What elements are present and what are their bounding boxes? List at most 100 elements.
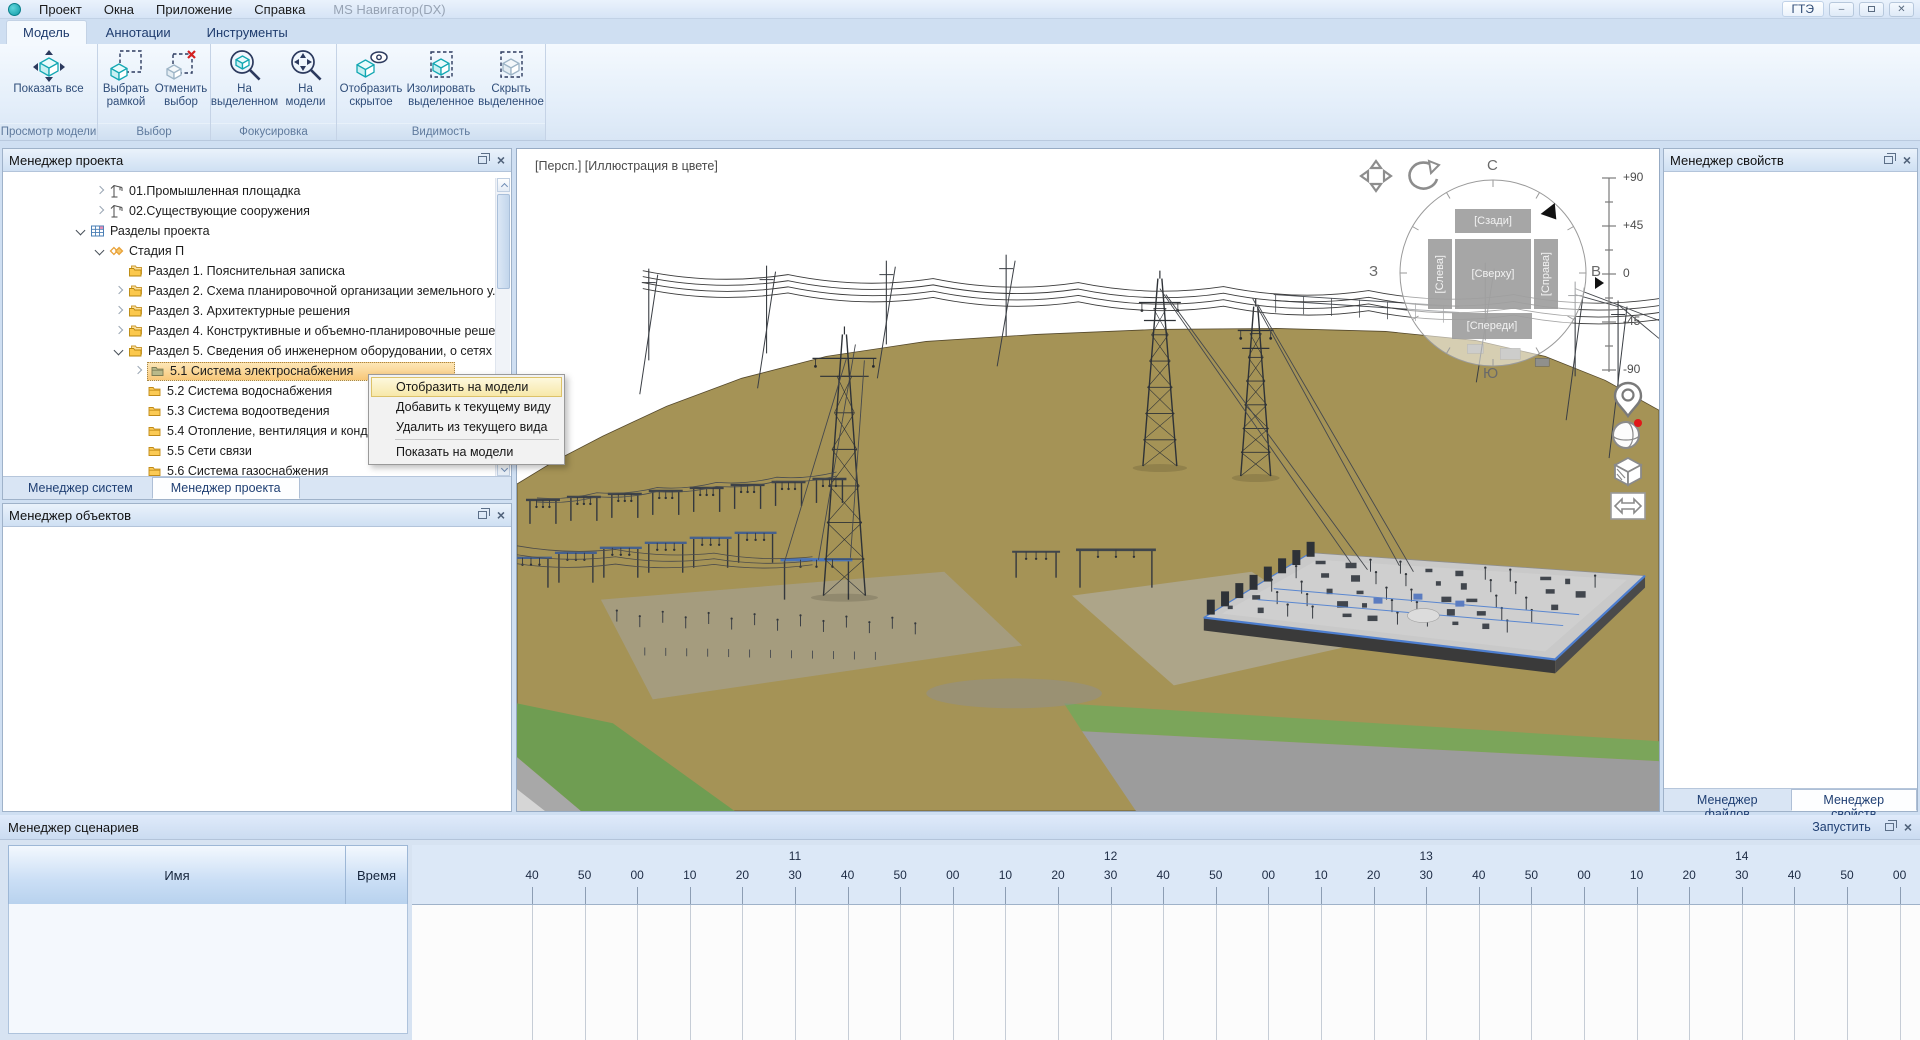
tab-Менеджер систем[interactable]: Менеджер систем xyxy=(9,477,152,499)
ribbon-button-label: Отобразить xyxy=(340,83,403,96)
timeline-ruler[interactable]: 4050001020304050001020304050001020304050… xyxy=(412,845,1920,905)
column-name-header[interactable]: Имя xyxy=(9,846,346,904)
ribbon-button-Изолировать-выделенное[interactable]: Изолироватьвыделенное xyxy=(405,47,477,123)
ribbon-group-Просмотр модели: Показать всеПросмотр модели xyxy=(0,44,98,140)
elevation-slider[interactable]: +90+450-45-90 xyxy=(1595,172,1659,378)
float-panel-icon[interactable] xyxy=(478,156,487,164)
no-expander xyxy=(132,445,144,457)
context-menu-item-Показать на модели[interactable]: Показать на модели xyxy=(371,442,562,462)
compass-face-left[interactable]: [Слева] xyxy=(1428,239,1452,309)
orbit-sphere-icon[interactable] xyxy=(1607,415,1647,453)
gte-badge[interactable]: ГТЭ xyxy=(1782,1,1824,17)
expand-icon[interactable] xyxy=(113,305,125,317)
compass-face-top[interactable]: [Сверху] xyxy=(1455,239,1531,309)
tab-Менеджер свойств[interactable]: Менеджер свойств xyxy=(1791,789,1918,811)
scroll-up-icon[interactable] xyxy=(497,178,510,192)
run-scenario-button[interactable]: Запустить xyxy=(1812,820,1871,834)
ribbon-button-Показать все[interactable]: Показать все xyxy=(2,47,96,123)
timeline-minute-label: 40 xyxy=(525,868,538,882)
timeline-tick xyxy=(1742,887,1743,905)
ribbon-button-label: На xyxy=(237,83,252,96)
no-expander xyxy=(113,265,125,277)
locate-pin-icon[interactable] xyxy=(1609,379,1647,419)
expand-icon[interactable] xyxy=(113,285,125,297)
float-panel-icon[interactable] xyxy=(478,511,487,519)
pan-horizontal-icon[interactable] xyxy=(1609,490,1647,522)
tree-item[interactable]: Раздел 3. Архитектурные решения xyxy=(4,301,495,321)
project-manager-header: Менеджер проекта × xyxy=(3,149,511,172)
compass-north-label[interactable]: С xyxy=(1487,157,1498,174)
ribbon-button-Отобразить-скрытое[interactable]: Отобразитьскрытое xyxy=(337,47,405,123)
ribbon-tab-Аннотации[interactable]: Аннотации xyxy=(89,20,188,44)
elevation-marker-icon[interactable] xyxy=(1595,277,1604,289)
ribbon-button-Выбрать-рамкой[interactable]: Выбратьрамкой xyxy=(99,47,153,123)
compass-face-right[interactable]: [Справа] xyxy=(1534,239,1558,309)
menu-item-Приложение[interactable]: Приложение xyxy=(146,1,242,18)
tree-item[interactable]: Разделы проекта xyxy=(4,221,495,241)
compass-face-front[interactable]: [Спереди] xyxy=(1452,313,1532,339)
ribbon-button-label: выделенном xyxy=(211,96,278,109)
tab-Менеджер файлов[interactable]: Менеджер файлов xyxy=(1664,789,1791,811)
expand-icon[interactable] xyxy=(132,365,144,377)
pan-icon[interactable] xyxy=(1357,157,1395,195)
context-menu-item-Удалить из текущего вида[interactable]: Удалить из текущего вида xyxy=(371,417,562,437)
menu-item-Проект[interactable]: Проект xyxy=(29,1,92,18)
scroll-thumb[interactable] xyxy=(497,194,510,289)
close-panel-icon[interactable]: × xyxy=(1904,822,1912,832)
tree-item[interactable]: Раздел 2. Схема планировочной организаци… xyxy=(4,281,495,301)
context-menu-item-Отобразить на модели[interactable]: Отобразить на модели xyxy=(371,377,562,397)
properties-panel-tabs: Менеджер файловМенеджер свойств xyxy=(1664,788,1917,811)
ribbon-button-label: Отменить xyxy=(155,83,208,96)
ribbon-tab-Инструменты[interactable]: Инструменты xyxy=(190,20,305,44)
tab-Менеджер проекта[interactable]: Менеджер проекта xyxy=(152,477,300,499)
iso-cube-icon[interactable] xyxy=(1609,453,1647,489)
collapse-icon[interactable] xyxy=(75,225,87,237)
minimize-button[interactable]: – xyxy=(1829,2,1854,17)
ribbon-button-Отменить-выбор[interactable]: Отменитьвыбор xyxy=(153,47,209,123)
hide-selected-icon xyxy=(494,49,528,83)
slider-label-+45: +45 xyxy=(1623,218,1643,232)
timeline-tick xyxy=(742,887,743,905)
close-button[interactable]: ✕ xyxy=(1889,2,1914,17)
expand-icon[interactable] xyxy=(113,325,125,337)
close-panel-icon[interactable]: × xyxy=(497,155,505,165)
float-panel-icon[interactable] xyxy=(1884,156,1893,164)
tree-item[interactable]: Раздел 1. Пояснительная записка xyxy=(4,261,495,281)
menu-item-Справка[interactable]: Справка xyxy=(244,1,315,18)
timeline-tick xyxy=(1689,887,1690,905)
ribbon-button-Скрыть-выделенное[interactable]: Скрытьвыделенное xyxy=(477,47,545,123)
ribbon-button-На-выделенном[interactable]: Навыделенном xyxy=(213,47,277,123)
restore-button[interactable] xyxy=(1859,2,1884,17)
tree-item-label: 02.Существующие сооружения xyxy=(129,204,310,218)
app-logo-icon[interactable] xyxy=(8,3,21,16)
float-panel-icon[interactable] xyxy=(1885,823,1894,831)
column-time-header[interactable]: Время xyxy=(346,846,407,904)
compass-west-label[interactable]: З xyxy=(1369,263,1378,280)
close-panel-icon[interactable]: × xyxy=(497,510,505,520)
close-panel-icon[interactable]: × xyxy=(1903,155,1911,165)
context-menu-item-Добавить к текущему виду[interactable]: Добавить к текущему виду xyxy=(371,397,562,417)
compass-south-label[interactable]: Ю xyxy=(1483,365,1498,382)
ribbon-tab-Модель[interactable]: Модель xyxy=(6,20,87,44)
timeline-minute-label: 50 xyxy=(1209,868,1222,882)
collapse-icon[interactable] xyxy=(94,245,106,257)
zoom-model-icon xyxy=(289,49,323,83)
expand-icon[interactable] xyxy=(94,205,106,217)
timeline-grid[interactable] xyxy=(412,905,1920,1040)
timeline-grid-line xyxy=(848,905,849,1040)
scenario-table-body[interactable] xyxy=(8,904,408,1034)
expand-icon[interactable] xyxy=(94,185,106,197)
ribbon-button-На-модели[interactable]: Намодели xyxy=(277,47,335,123)
tree-item[interactable]: 01.Промышленная площадка xyxy=(4,181,495,201)
tree-item[interactable]: Раздел 4. Конструктивные и объемно-плани… xyxy=(4,321,495,341)
model-viewport[interactable]: [Персп.] [Иллюстрация в цвете] С З В Ю [… xyxy=(516,148,1660,812)
collapse-icon[interactable] xyxy=(113,345,125,357)
ribbon-group-Выбор: ВыбратьрамкойОтменитьвыборВыбор xyxy=(98,44,211,140)
menu-item-Окна[interactable]: Окна xyxy=(94,1,144,18)
tree-item[interactable]: Стадия П xyxy=(4,241,495,261)
folder-stack-icon xyxy=(128,324,144,338)
timeline-minute-label: 10 xyxy=(683,868,696,882)
compass-face-back[interactable]: [Сзади] xyxy=(1455,209,1531,233)
tree-item[interactable]: 02.Существующие сооружения xyxy=(4,201,495,221)
tree-item[interactable]: Раздел 5. Сведения об инженерном оборудо… xyxy=(4,341,495,361)
